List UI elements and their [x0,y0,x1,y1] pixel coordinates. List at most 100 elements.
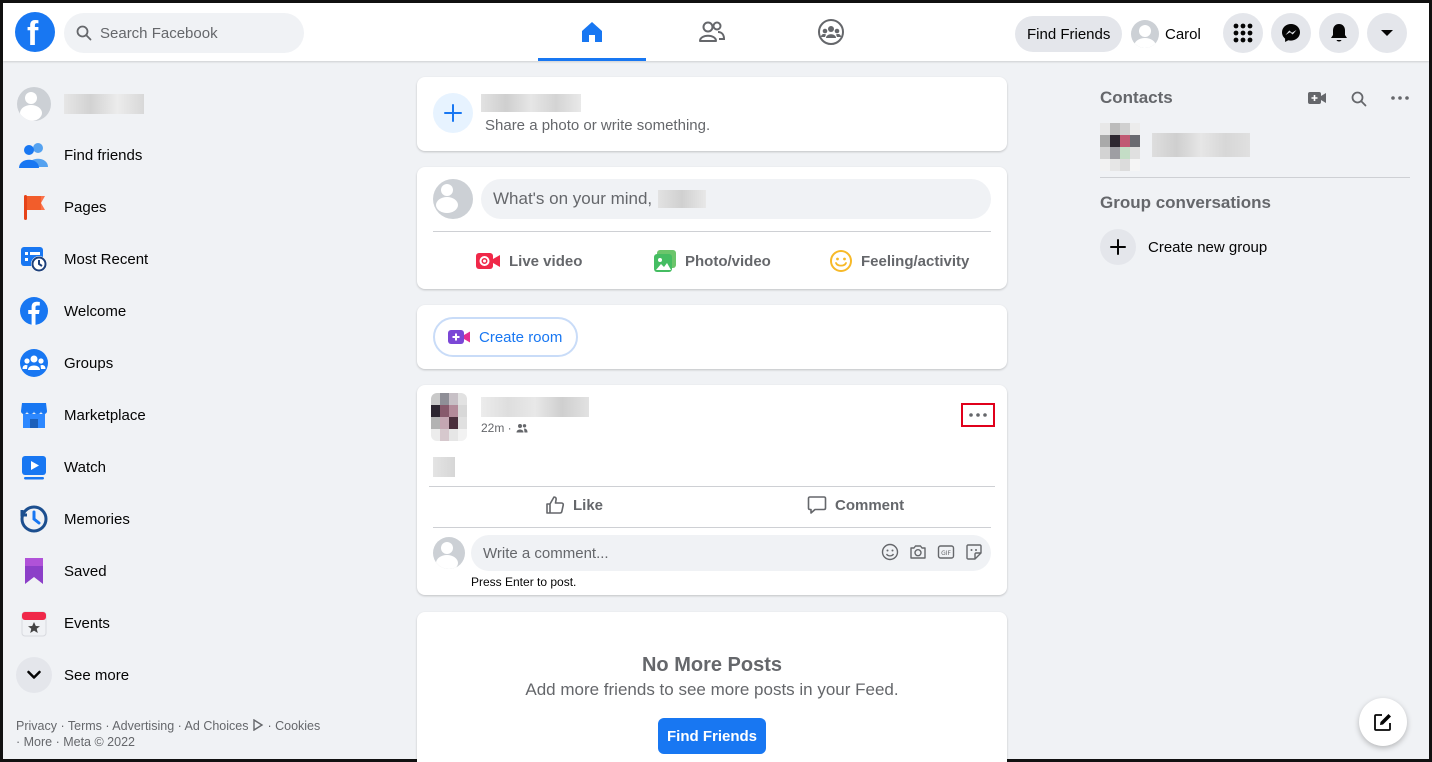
new-room-video-icon[interactable] [1307,91,1327,105]
composer-input[interactable]: What's on your mind, [481,179,991,219]
post-card: 22m · Like Comment Write a comment... GI… [417,385,1007,595]
sidebar-item-find-friends[interactable]: Find friends [16,129,346,181]
room-video-icon [448,330,470,344]
tab-home[interactable] [538,3,646,61]
find-friends-button[interactable]: Find Friends [1015,16,1123,52]
search-input[interactable] [100,24,280,42]
audience-friends-icon[interactable] [516,423,528,433]
footer-cookies[interactable]: · Cookies [267,719,320,733]
sidebar-item-label: Find friends [64,146,143,164]
footer-line-2[interactable]: · More · Meta © 2022 [16,734,336,750]
tab-groups[interactable] [777,3,885,61]
sidebar-item-pages[interactable]: Pages [16,181,346,233]
live-video-button[interactable]: Live video [475,245,582,277]
new-message-button[interactable] [1359,698,1407,746]
sticker-icon[interactable] [965,543,983,561]
sidebar-item-marketplace[interactable]: Marketplace [16,389,346,441]
contact-name-blurred[interactable] [1152,133,1250,157]
sidebar-item-label: Most Recent [64,250,149,268]
like-button[interactable]: Like [545,489,603,521]
find-friends-cta-button[interactable]: Find Friends [658,718,766,754]
sidebar-item-events[interactable]: Events [16,597,346,649]
search-contacts-icon[interactable] [1351,91,1367,107]
facebook-logo-icon[interactable]: f [15,12,55,53]
no-more-posts-title: No More Posts [641,654,783,676]
sidebar-item-most-recent[interactable]: Most Recent [16,233,346,285]
comment-input[interactable]: Write a comment... GIF [471,535,991,571]
sidebar-item-label: Events [64,614,110,632]
footer-line-1[interactable]: Privacy · Terms · Advertising · Ad Choic… [16,719,248,733]
plus-icon[interactable] [433,93,473,133]
chevron-down-icon [16,657,52,693]
composer-card: What's on your mind, Live video Photo/vi… [417,167,1007,289]
top-navigation-bar: f Find Friends [3,3,1429,61]
group-conversations-title: Group conversations [1100,193,1271,212]
sidebar-item-memories[interactable]: Memories [16,493,346,545]
sidebar-item-saved[interactable]: Saved [16,545,346,597]
share-card[interactable]: Share a photo or write something. [417,77,1007,151]
more-options-icon[interactable] [1391,96,1409,100]
comment-bubble-icon [807,496,827,514]
comment-button[interactable]: Comment [807,489,904,521]
account-button[interactable] [1367,13,1407,53]
bell-icon [1331,24,1347,42]
sidebar-item-watch[interactable]: Watch [16,441,346,493]
profile-chip[interactable]: Carol [1131,16,1201,52]
post-time[interactable]: 22m · [481,421,512,435]
post-meta: 22m · [481,421,528,435]
post-text-blurred [433,457,455,477]
notifications-button[interactable] [1319,13,1359,53]
share-prompt: Share a photo or write something. [485,117,711,134]
create-room-button[interactable]: Create room [433,317,579,357]
search-box[interactable] [64,13,304,53]
sidebar-item-label: See more [64,666,130,684]
post-more-options-button[interactable] [961,403,995,427]
feeling-activity-button[interactable]: Feeling/activity [829,245,969,277]
watch-icon [22,456,46,480]
ad-choices-icon [253,718,264,732]
menu-button[interactable] [1223,13,1263,53]
avatar [1131,20,1159,48]
sidebar-item-label: Memories [64,510,130,528]
sidebar-item-label: Watch [64,458,106,476]
menu-grid-icon [1233,23,1253,43]
user-name-blurred [481,94,581,112]
friends-icon [19,143,48,168]
more-dots-icon [969,413,987,417]
most-recent-icon [21,247,47,272]
avatar [433,179,473,219]
camera-icon[interactable] [909,543,927,561]
profile-name-blurred [64,94,144,114]
emoji-icon[interactable] [881,543,899,561]
create-new-group-button[interactable]: Create new group [1100,227,1267,267]
tab-friends[interactable] [658,3,766,61]
messenger-icon [1282,24,1300,42]
sidebar-item-label: Pages [64,198,107,216]
sidebar-item-groups[interactable]: Groups [16,337,346,389]
contact-avatar-pixelated[interactable] [1100,123,1140,171]
sidebar-item-label: Marketplace [64,406,146,424]
saved-bookmark-icon [25,558,43,584]
sidebar-item-welcome[interactable]: Welcome [16,285,346,337]
footer-links[interactable]: Privacy · Terms · Advertising · Ad Choic… [16,718,336,750]
memories-clock-icon [20,505,48,533]
like-thumb-icon [546,496,565,514]
live-video-icon [476,253,500,269]
home-icon [582,22,602,42]
feeling-smiley-icon [830,250,852,272]
post-author-avatar-pixelated[interactable] [431,393,467,441]
post-author-name-blurred[interactable] [481,397,589,417]
photo-video-button[interactable]: Photo/video [653,245,771,277]
events-calendar-icon [21,611,47,637]
avatar [17,87,51,121]
groups-nav-icon [818,19,844,45]
sidebar-profile[interactable] [16,79,346,129]
sidebar-see-more[interactable]: See more [16,649,346,701]
svg-text:GIF: GIF [941,550,951,557]
no-more-posts-subtitle: Add more friends to see more posts in yo… [525,680,899,699]
left-sidebar: Find friends Pages Most Recent Welcome G… [16,79,346,701]
gif-icon[interactable]: GIF [937,543,955,561]
marketplace-icon [21,403,47,428]
messenger-button[interactable] [1271,13,1311,53]
scrollbar[interactable] [1421,63,1429,759]
